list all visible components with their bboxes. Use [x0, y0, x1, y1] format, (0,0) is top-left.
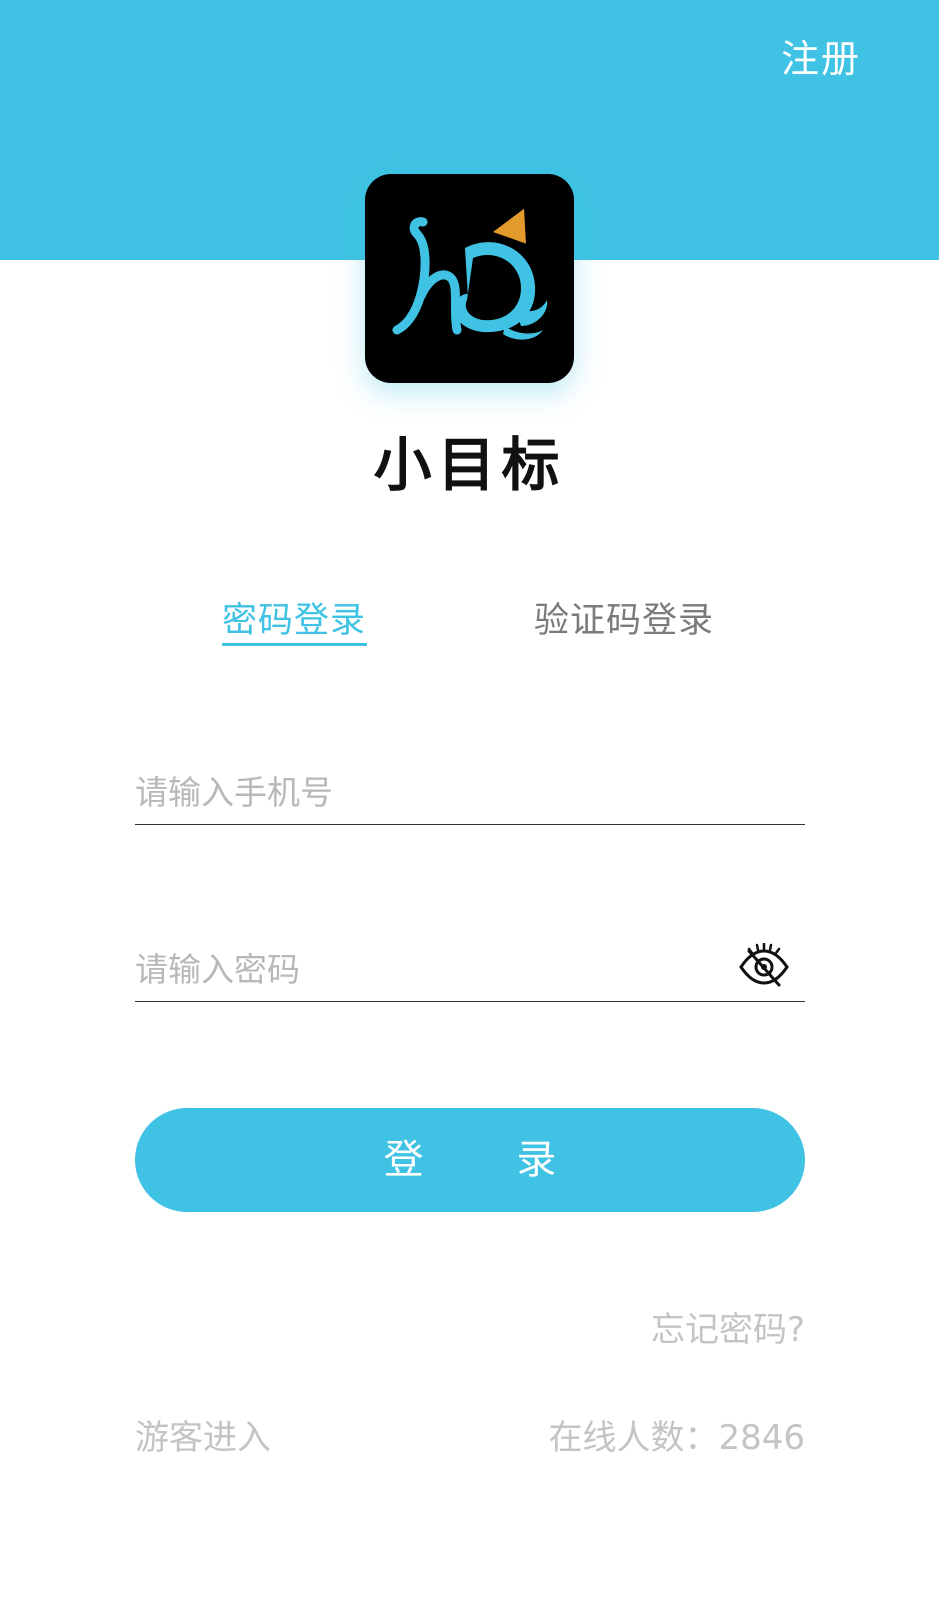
online-count: 在线人数：2846: [548, 1410, 805, 1459]
online-count-value: 2846: [718, 1418, 805, 1458]
online-count-label: 在线人数：: [548, 1418, 719, 1458]
login-button[interactable]: 登 录: [135, 1108, 805, 1212]
app-name: 小目标: [373, 431, 566, 499]
tab-code-login[interactable]: 验证码登录: [534, 592, 714, 643]
guest-entry-link[interactable]: 游客进入: [135, 1410, 271, 1459]
active-tab-indicator: [222, 643, 367, 646]
login-page: 注册 小目标 密码登录 验证码登录 请输入手机号 登 录 忘记密码? 游客进入 …: [0, 0, 939, 1600]
eye-off-icon[interactable]: [737, 943, 791, 989]
tab-password-login[interactable]: 密码登录: [222, 592, 366, 643]
phone-input[interactable]: [135, 764, 735, 820]
password-field: [135, 941, 805, 1002]
phone-field: [135, 764, 805, 825]
forgot-password-link[interactable]: 忘记密码?: [651, 1302, 805, 1351]
register-link[interactable]: 注册: [781, 28, 861, 83]
password-input[interactable]: [135, 941, 735, 997]
app-logo-icon: [365, 174, 574, 383]
